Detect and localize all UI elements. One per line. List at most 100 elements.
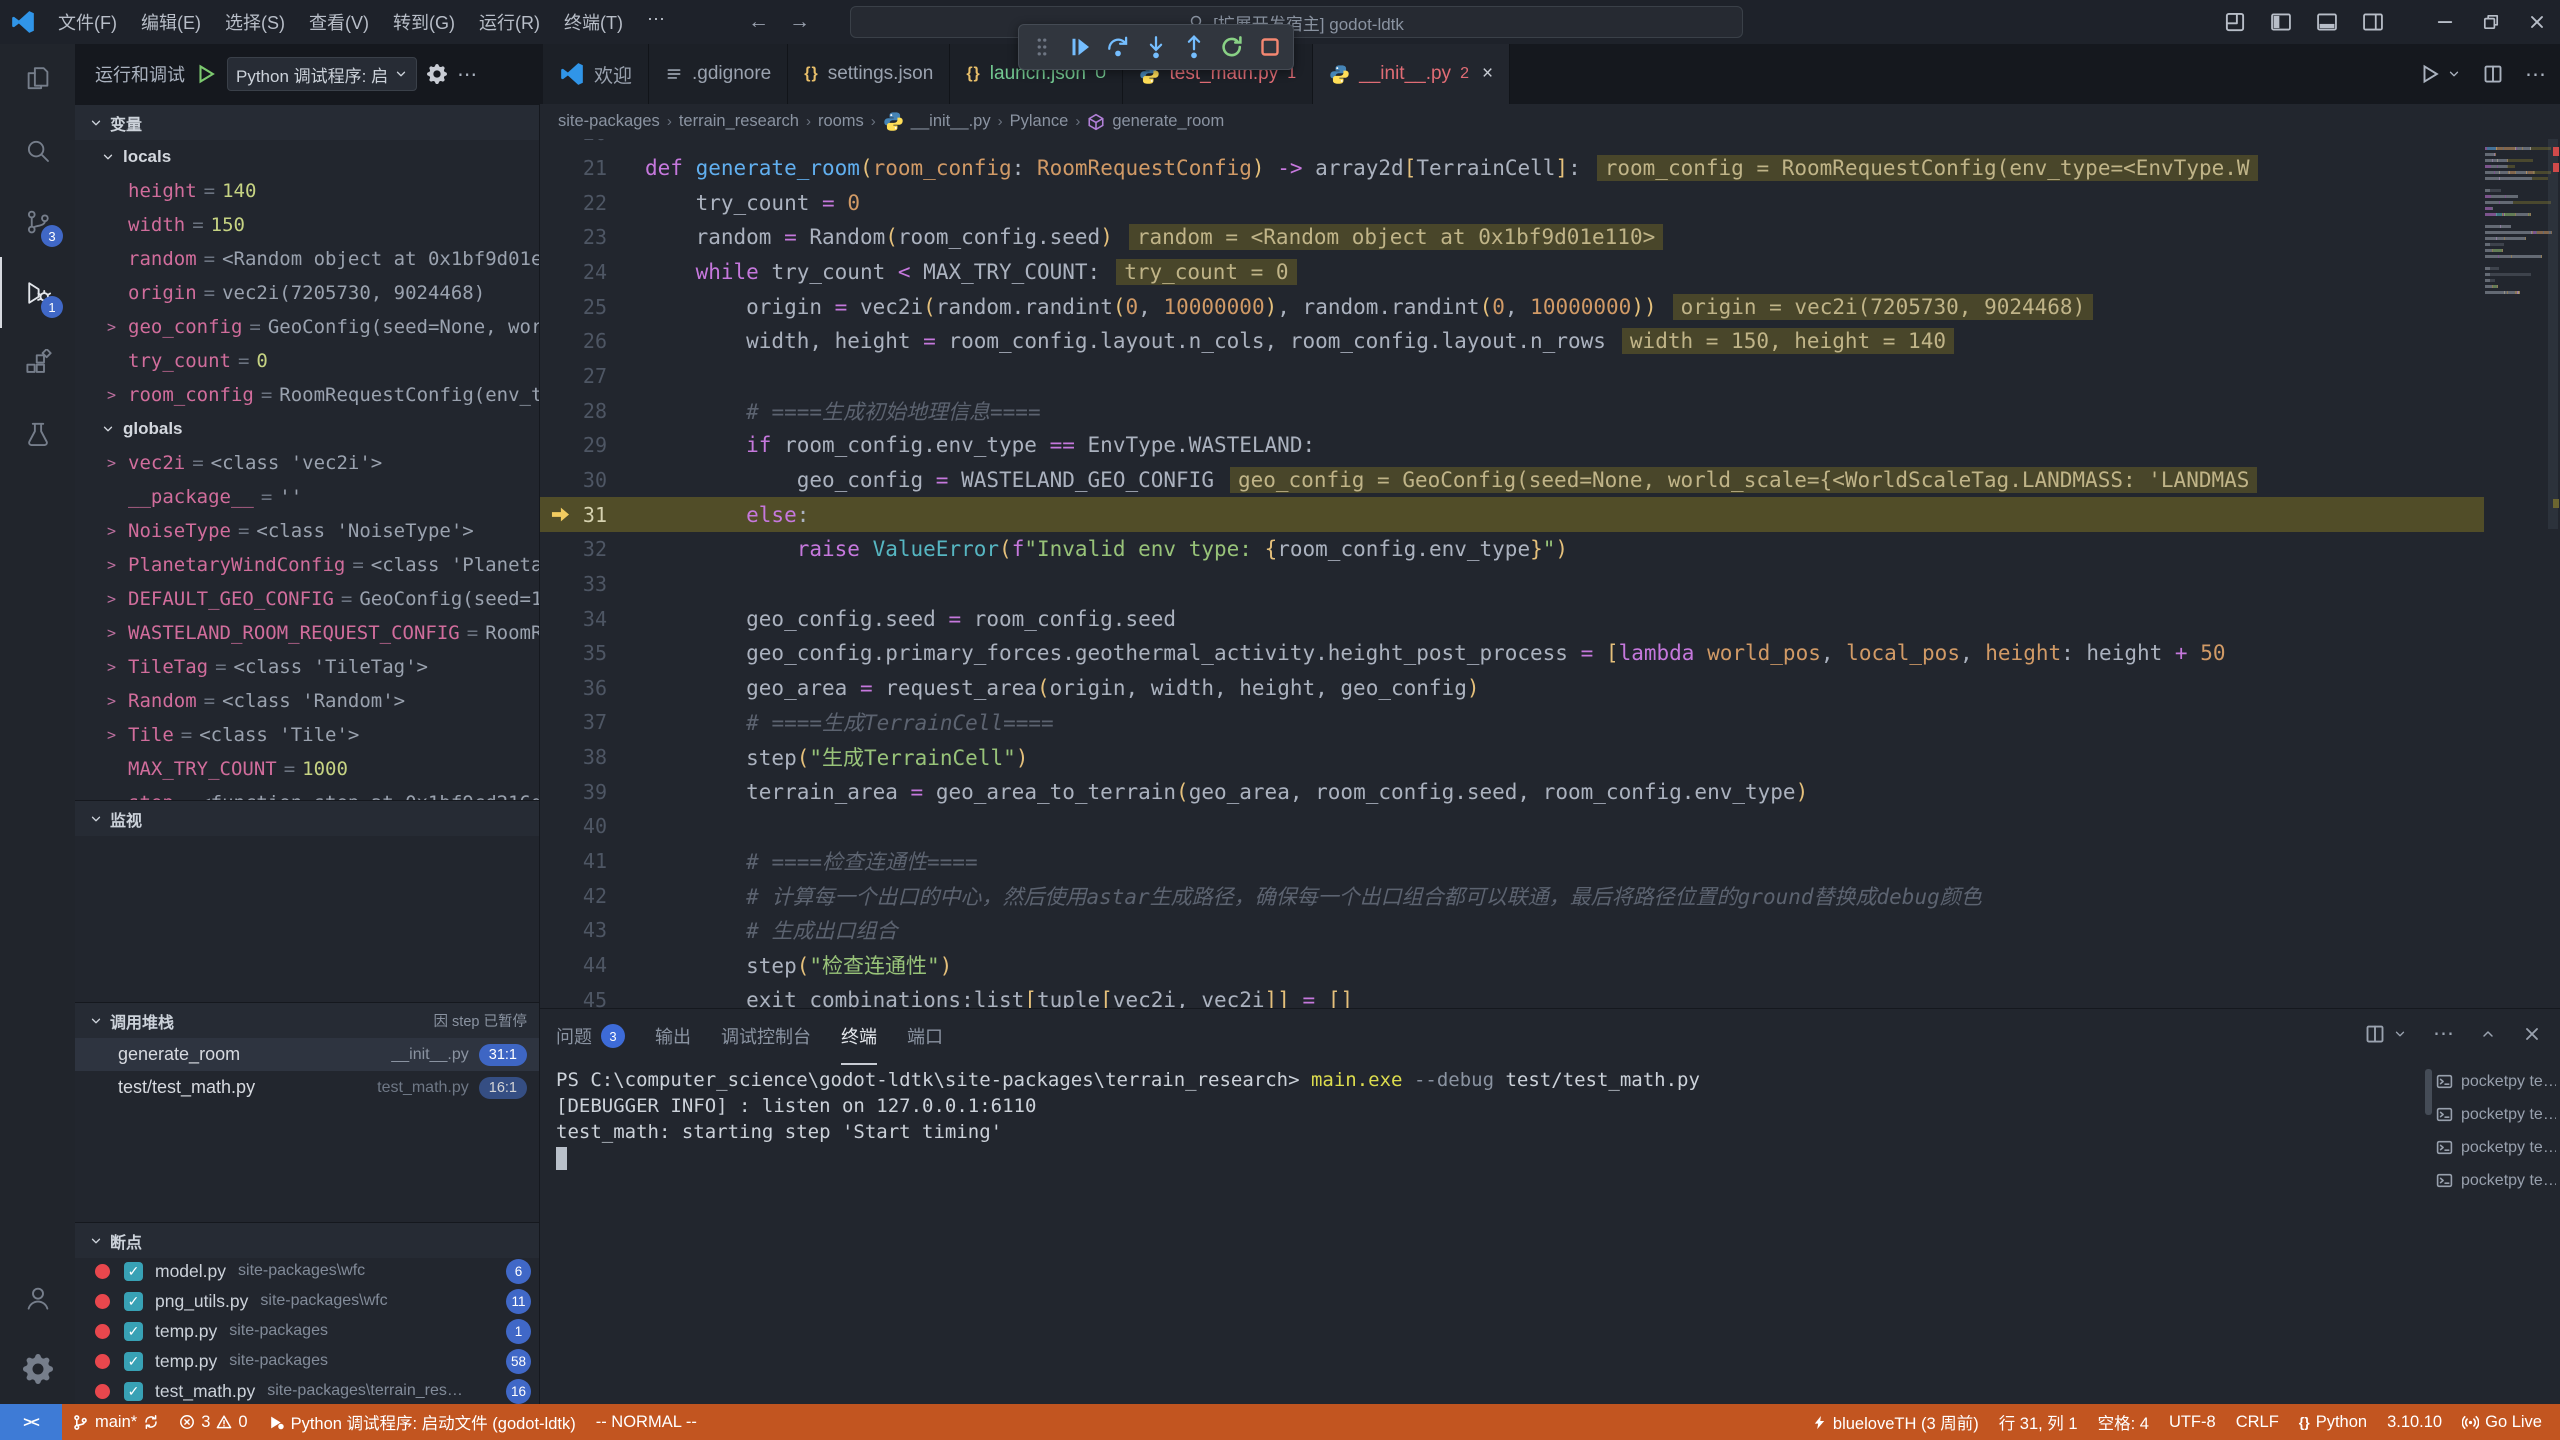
toggle-customize-layout-button[interactable] [2212, 0, 2258, 44]
terminal-scrollbar[interactable] [2425, 1069, 2432, 1115]
menu-item[interactable]: 选择(S) [213, 6, 297, 38]
step-into-button[interactable] [1143, 34, 1169, 60]
panel-more-actions-icon[interactable]: ⋯ [2433, 1021, 2454, 1046]
nav-back-icon[interactable]: ← [748, 10, 769, 34]
code-line[interactable]: 44 step("检查连通性") [540, 948, 2484, 983]
line-number[interactable]: 43 [540, 918, 645, 942]
tab-close-icon[interactable]: × [1482, 63, 1493, 85]
breakpoint-checkbox[interactable]: ✓ [124, 1352, 143, 1371]
breakpoints-section-header[interactable]: 断点 [75, 1222, 539, 1258]
menu-item[interactable]: 查看(V) [297, 6, 381, 38]
callstack-frame[interactable]: generate_room__init__.py31:1 [75, 1038, 539, 1071]
breakpoint-row[interactable]: ✓temp.pysite-packages1 [75, 1316, 539, 1346]
minimap[interactable] [2485, 141, 2551, 297]
code-line[interactable]: 30 geo_config = WASTELAND_GEO_CONFIGgeo_… [540, 463, 2484, 498]
toggle-panel-right-button[interactable] [2350, 0, 2396, 44]
variable-row[interactable]: origin=vec2i(7205730, 9024468) [75, 276, 539, 310]
activity-source-control[interactable]: 3 [0, 186, 75, 257]
code-line[interactable]: 31 else: [540, 497, 2484, 532]
terminal-profile-chevron-icon[interactable] [2393, 1027, 2407, 1041]
variables-scope-locals[interactable]: locals [75, 140, 539, 174]
menu-item[interactable]: 运行(R) [467, 6, 552, 38]
line-number[interactable]: 45 [540, 988, 645, 1008]
watch-section-header[interactable]: 监视 [75, 800, 539, 836]
run-python-file-button[interactable] [2419, 63, 2441, 85]
status-item[interactable]: Python 调试程序: 启动文件 (godot-ldtk) [258, 1404, 586, 1440]
tab-[interactable]: 欢迎 [543, 44, 649, 104]
continue-button[interactable] [1067, 34, 1093, 60]
variable-row[interactable]: >WASTELAND_ROOM_REQUEST_CONFIG=RoomR… [75, 616, 539, 650]
status-item[interactable]: {}Python [2289, 1404, 2377, 1440]
status-item[interactable]: Go Live [2452, 1404, 2552, 1440]
activity-debug[interactable]: 1 [0, 257, 75, 328]
activity-settings[interactable] [0, 1333, 75, 1404]
code-line[interactable]: 40 [540, 809, 2484, 844]
line-number[interactable]: 33 [540, 572, 645, 596]
breakpoint-checkbox[interactable]: ✓ [124, 1262, 143, 1281]
variable-row[interactable]: MAX_TRY_COUNT=1000 [75, 752, 539, 786]
line-number[interactable]: 25 [540, 295, 645, 319]
code-line[interactable]: 41 # ====检查连通性==== [540, 844, 2484, 879]
variable-row[interactable]: __package__='' [75, 480, 539, 514]
line-number[interactable]: 22 [540, 191, 645, 215]
close-panel-button[interactable] [2522, 1024, 2542, 1044]
code-line[interactable]: 29 if room_config.env_type == EnvType.WA… [540, 428, 2484, 463]
nav-forward-icon[interactable]: → [789, 10, 810, 34]
breakpoint-row[interactable]: ✓test_math.pysite-packages\terrain_res…1… [75, 1376, 539, 1404]
line-number[interactable]: 41 [540, 849, 645, 873]
variable-row[interactable]: >TileTag=<class 'TileTag'> [75, 650, 539, 684]
variable-row[interactable]: >NoiseType=<class 'NoiseType'> [75, 514, 539, 548]
breadcrumb-item[interactable]: terrain_research [679, 112, 799, 131]
menu-item[interactable]: 文件(F) [46, 6, 129, 38]
maximize-panel-button[interactable] [2480, 1026, 2496, 1042]
restart-button[interactable] [1219, 34, 1245, 60]
tab-settings.json[interactable]: {}settings.json [788, 44, 950, 104]
status-item[interactable]: 行 31, 列 1 [1989, 1404, 2088, 1440]
line-number[interactable]: 21 [540, 156, 645, 180]
panel-tab-输出[interactable]: 输出 [655, 1009, 691, 1065]
line-number[interactable]: 28 [540, 399, 645, 423]
variables-scope-globals[interactable]: globals [75, 412, 539, 446]
menu-item[interactable]: 终端(T) [552, 6, 635, 38]
line-number[interactable]: 36 [540, 676, 645, 700]
variable-row[interactable]: >geo_config=GeoConfig(seed=None, wor… [75, 310, 539, 344]
activity-search[interactable] [0, 115, 75, 186]
debug-config-dropdown[interactable]: Python 调试程序: 启 [227, 57, 417, 91]
more-actions-icon[interactable]: ⋯ [457, 62, 477, 87]
code-line[interactable]: 43 # 生成出口组合 [540, 913, 2484, 948]
stop-button[interactable] [1257, 34, 1283, 60]
code-line[interactable]: 42 # 计算每一个出口的中心，然后使用astar生成路径，确保每一个出口组合都… [540, 878, 2484, 913]
code-line[interactable]: 34 geo_config.seed = room_config.seed [540, 601, 2484, 636]
close-button[interactable] [2514, 0, 2560, 44]
panel-tab-调试控制台[interactable]: 调试控制台 [721, 1009, 811, 1065]
status-item[interactable]: main* [62, 1404, 169, 1440]
menu-item[interactable]: 编辑(E) [129, 6, 213, 38]
variable-row[interactable]: >vec2i=<class 'vec2i'> [75, 446, 539, 480]
code-line[interactable]: 39 terrain_area = geo_area_to_terrain(ge… [540, 774, 2484, 809]
activity-extensions[interactable] [0, 328, 75, 399]
gear-icon[interactable] [427, 64, 447, 84]
terminal-instance[interactable]: pocketpy te… [2436, 1131, 2556, 1164]
callstack-frame[interactable]: test/test_math.pytest_math.py16:1 [75, 1071, 539, 1104]
command-center-search[interactable]: [扩展开发宿主] godot-ldtk [850, 6, 1743, 38]
status-item[interactable]: UTF-8 [2159, 1404, 2226, 1440]
breakpoint-checkbox[interactable]: ✓ [124, 1322, 143, 1341]
toggle-panel-bottom-button[interactable] [2304, 0, 2350, 44]
code-line[interactable]: 26 width, height = room_config.layout.n_… [540, 324, 2484, 359]
code-line[interactable]: 23 random = Random(room_config.seed)rand… [540, 220, 2484, 255]
breadcrumb-item[interactable]: Pylance [1010, 112, 1069, 131]
terminal-instance[interactable]: pocketpy te… [2436, 1098, 2556, 1131]
code-line[interactable]: 33 [540, 567, 2484, 602]
variable-row[interactable]: >DEFAULT_GEO_CONFIG=GeoConfig(seed=1… [75, 582, 539, 616]
breakpoint-row[interactable]: ✓png_utils.pysite-packages\wfc11 [75, 1286, 539, 1316]
line-number[interactable]: 38 [540, 745, 645, 769]
breadcrumb-item[interactable]: site-packages [558, 112, 660, 131]
variable-row[interactable]: step=<function step at 0x1bf9cd216d [75, 786, 539, 800]
tab-__init__.py[interactable]: __init__.py2× [1313, 44, 1510, 104]
line-number[interactable]: 34 [540, 607, 645, 631]
line-number[interactable]: 24 [540, 260, 645, 284]
status-item[interactable]: -- NORMAL -- [586, 1404, 707, 1440]
minimize-button[interactable] [2422, 0, 2468, 44]
variable-row[interactable]: >PlanetaryWindConfig=<class 'Planeta… [75, 548, 539, 582]
code-line[interactable]: 20 [540, 139, 2484, 151]
